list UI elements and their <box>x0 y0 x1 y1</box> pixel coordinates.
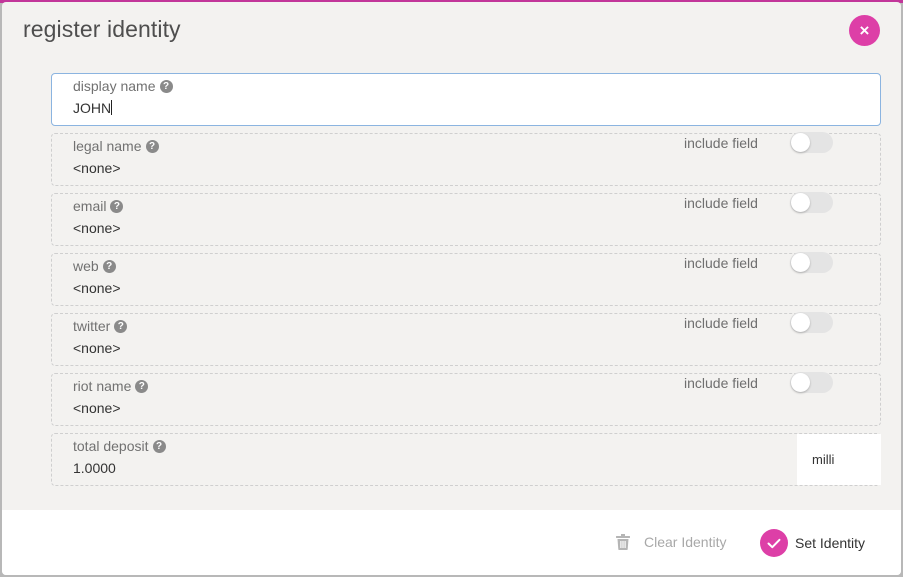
toggle-knob <box>791 193 810 212</box>
display-name-value: JOHN <box>73 100 112 116</box>
web-label-row: web ? <box>73 258 116 274</box>
set-identity-button[interactable]: Set Identity <box>760 529 865 557</box>
text-caret <box>111 100 113 115</box>
include-field-label: include field <box>684 195 758 211</box>
check-icon <box>760 529 788 557</box>
twitter-label-row: twitter ? <box>73 318 128 334</box>
email-label-row: email ? <box>73 198 124 214</box>
help-icon[interactable]: ? <box>145 139 159 153</box>
help-icon[interactable]: ? <box>102 259 116 273</box>
web-label: web <box>73 258 99 274</box>
twitter-value: <none> <box>73 340 121 356</box>
total-deposit-field: total deposit ? 1.0000 milli <box>51 433 881 486</box>
help-icon[interactable]: ? <box>152 439 166 453</box>
close-button[interactable]: × <box>849 15 880 46</box>
help-icon[interactable]: ? <box>110 199 124 213</box>
email-value: <none> <box>73 220 121 236</box>
toggle-knob <box>791 313 810 332</box>
help-icon[interactable]: ? <box>135 379 149 393</box>
display-name-label: display name <box>73 78 156 94</box>
twitter-label: twitter <box>73 318 111 334</box>
email-include-toggle[interactable] <box>790 192 833 213</box>
web-field: web ? <none> include field <box>51 252 881 306</box>
unit-label: milli <box>812 452 835 467</box>
include-field-label: include field <box>684 255 758 271</box>
clear-identity-button[interactable]: Clear Identity <box>616 534 726 550</box>
legal-name-field: legal name ? <none> include field <box>51 132 881 186</box>
web-include-toggle[interactable] <box>790 252 833 273</box>
email-field: email ? <none> include field <box>51 192 881 246</box>
help-icon[interactable]: ? <box>114 319 128 333</box>
display-name-input[interactable]: JOHN <box>73 100 113 116</box>
twitter-field: twitter ? <none> include field <box>51 312 881 366</box>
include-field-label: include field <box>684 315 758 331</box>
modal-footer: Clear Identity Set Identity <box>2 510 901 575</box>
total-deposit-value: 1.0000 <box>73 460 116 476</box>
unit-selector[interactable]: milli <box>797 434 881 485</box>
trash-icon <box>616 534 630 550</box>
display-name-field[interactable]: display name ? JOHN <box>51 73 881 126</box>
twitter-include-toggle[interactable] <box>790 312 833 333</box>
set-identity-label: Set Identity <box>795 535 866 551</box>
include-field-label: include field <box>684 375 758 391</box>
riot-name-include-toggle[interactable] <box>790 372 833 393</box>
legal-name-value: <none> <box>73 160 121 176</box>
total-deposit-label: total deposit <box>73 438 149 454</box>
riot-name-label: riot name <box>73 378 132 394</box>
web-value: <none> <box>73 280 121 296</box>
toggle-knob <box>791 253 810 272</box>
help-icon[interactable]: ? <box>159 79 173 93</box>
toggle-knob <box>791 133 810 152</box>
legal-name-include-toggle[interactable] <box>790 132 833 153</box>
legal-name-label: legal name <box>73 138 142 154</box>
clear-identity-label: Clear Identity <box>644 534 727 550</box>
modal-title: register identity <box>23 16 181 42</box>
legal-name-label-row: legal name ? <box>73 138 159 154</box>
register-identity-modal: register identity × display name ? JOHN … <box>2 2 901 575</box>
total-deposit-label-row: total deposit ? <box>73 438 166 454</box>
riot-name-value: <none> <box>73 400 121 416</box>
display-name-label-row: display name ? <box>73 78 173 94</box>
toggle-knob <box>791 373 810 392</box>
riot-name-field: riot name ? <none> include field <box>51 372 881 426</box>
riot-name-label-row: riot name ? <box>73 378 149 394</box>
include-field-label: include field <box>684 135 758 151</box>
close-icon: × <box>859 20 870 40</box>
email-label: email <box>73 198 107 214</box>
